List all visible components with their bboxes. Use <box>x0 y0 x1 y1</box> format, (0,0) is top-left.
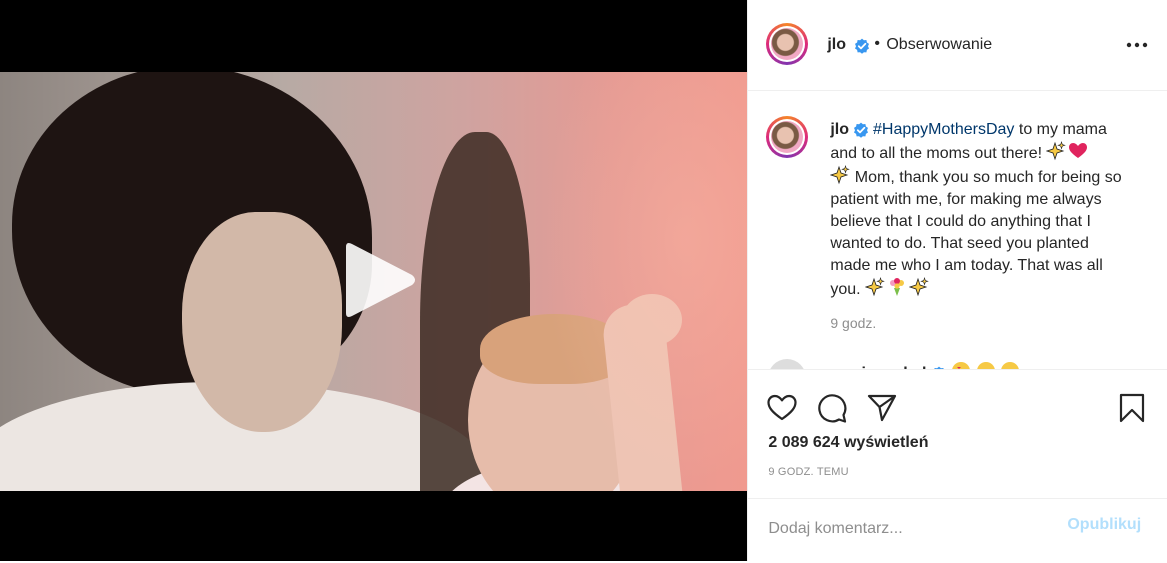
comment-bubble-icon <box>818 394 847 423</box>
share-button[interactable] <box>866 392 898 424</box>
bookmark-icon <box>1120 393 1145 423</box>
post-sidebar: jlo • Obserwowanie jlo #HappyMothersDay … <box>747 0 1167 561</box>
sparkles-icon <box>865 277 885 297</box>
post-caption: jlo #HappyMothersDay to my mama and to a… <box>830 119 1130 301</box>
instagram-post: jlo • Obserwowanie jlo #HappyMothersDay … <box>0 0 1167 561</box>
header-separator: • <box>874 35 880 52</box>
verified-badge-icon <box>855 38 870 54</box>
comment-button[interactable] <box>816 392 848 424</box>
comment-input[interactable] <box>768 517 1059 541</box>
paper-plane-icon <box>868 394 897 422</box>
sparkles-icon <box>830 165 851 185</box>
heart-icon <box>767 394 797 421</box>
bouquet-icon <box>890 278 905 296</box>
author-avatar[interactable] <box>766 23 809 65</box>
video-player[interactable] <box>0 0 748 561</box>
heart-eyes-icon <box>952 362 971 369</box>
post-time-ago[interactable]: 9 godz. temu <box>768 466 848 478</box>
caption-username[interactable]: jlo <box>830 121 849 138</box>
post-header: jlo • Obserwowanie <box>748 0 1167 91</box>
photo-light-glow <box>540 72 748 491</box>
play-icon <box>346 243 415 317</box>
photo-mother-face <box>182 212 342 432</box>
heart-eyes-icon <box>1001 362 1019 369</box>
more-options-button[interactable] <box>1124 34 1150 56</box>
verified-badge-icon <box>854 122 869 138</box>
comments-section[interactable]: jlo #HappyMothersDay to my mama and to a… <box>748 91 1167 369</box>
sparkles-icon <box>1046 141 1067 161</box>
commenter-avatar[interactable] <box>768 359 807 369</box>
comment-line: parrisgoebel <box>830 361 1020 369</box>
author-username[interactable]: jlo <box>827 36 846 54</box>
publish-button[interactable]: Opublikuj <box>1067 516 1141 534</box>
heart-eyes-icon <box>976 362 995 369</box>
view-count[interactable]: 2 089 624 wyświetleń <box>768 434 928 452</box>
following-button[interactable]: Obserwowanie <box>886 36 992 54</box>
caption-timestamp[interactable]: 9 godz. <box>830 315 876 331</box>
hashtag-link[interactable]: #HappyMothersDay <box>873 121 1014 138</box>
caption-author-avatar[interactable] <box>766 116 809 158</box>
like-button[interactable] <box>766 392 798 424</box>
red-heart-icon <box>1069 143 1088 158</box>
sparkles-icon <box>909 277 929 297</box>
add-comment-bar: Opublikuj <box>748 498 1167 563</box>
post-actions: 2 089 624 wyświetleń 9 godz. temu Opubli… <box>748 369 1167 563</box>
more-options-icon <box>1127 42 1148 48</box>
play-button[interactable] <box>336 239 418 321</box>
save-button[interactable] <box>1116 392 1148 424</box>
